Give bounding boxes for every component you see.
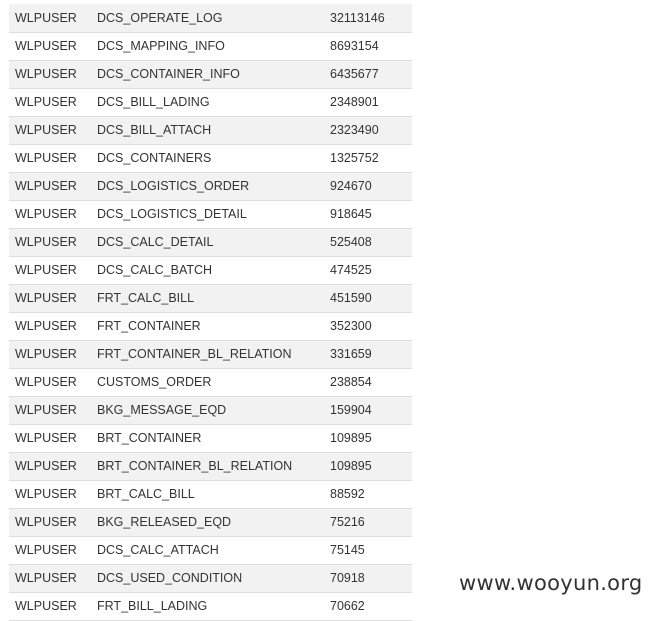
table-row: WLPUSER FRT_CONTAINER_BL_RELATION 331659 <box>9 340 412 369</box>
owner-cell: WLPUSER <box>9 508 91 537</box>
table-container: WLPUSER DCS_OPERATE_LOG 32113146 WLPUSER DCS… <box>9 4 412 621</box>
table-row: WLPUSER DCS_BILL_LADING 2348901 <box>9 88 412 117</box>
owner-cell: WLPUSER <box>9 424 91 453</box>
table-name-cell: BRT_CALC_BILL <box>91 480 324 509</box>
table-name-cell: DCS_USED_CONDITION <box>91 564 324 593</box>
row-count-cell: 70662 <box>324 592 412 621</box>
table-name-cell: FRT_CALC_BILL <box>91 284 324 313</box>
row-count-cell: 352300 <box>324 312 412 341</box>
table-name-cell: DCS_LOGISTICS_DETAIL <box>91 200 324 229</box>
table-name-cell: DCS_MAPPING_INFO <box>91 32 324 61</box>
table-row: WLPUSER DCS_CALC_BATCH 474525 <box>9 256 412 285</box>
row-count-cell: 525408 <box>324 228 412 257</box>
table-name-cell: CUSTOMS_ORDER <box>91 368 324 397</box>
table-row: WLPUSER DCS_CONTAINERS 1325752 <box>9 144 412 173</box>
table-name-cell: BKG_MESSAGE_EQD <box>91 396 324 425</box>
row-count-cell: 32113146 <box>324 4 412 33</box>
table-name-cell: FRT_CONTAINER_BL_RELATION <box>91 340 324 369</box>
table-name-cell: DCS_CONTAINERS <box>91 144 324 173</box>
row-count-cell: 474525 <box>324 256 412 285</box>
owner-cell: WLPUSER <box>9 4 91 33</box>
row-count-cell: 75216 <box>324 508 412 537</box>
table-row: WLPUSER BKG_RELEASED_EQD 75216 <box>9 508 412 537</box>
table-name-cell: DCS_LOGISTICS_ORDER <box>91 172 324 201</box>
owner-cell: WLPUSER <box>9 564 91 593</box>
table-row: WLPUSER DCS_MAPPING_INFO 8693154 <box>9 32 412 61</box>
watermark-text: www.wooyun.org <box>459 571 643 595</box>
row-count-cell: 109895 <box>324 424 412 453</box>
table-name-cell: DCS_CALC_DETAIL <box>91 228 324 257</box>
row-count-cell: 451590 <box>324 284 412 313</box>
table-name-cell: DCS_BILL_LADING <box>91 88 324 117</box>
table-name-cell: DCS_CONTAINER_INFO <box>91 60 324 89</box>
owner-cell: WLPUSER <box>9 88 91 117</box>
table-body: WLPUSER DCS_OPERATE_LOG 32113146 WLPUSER DCS… <box>9 4 412 621</box>
row-count-cell: 331659 <box>324 340 412 369</box>
table-row: WLPUSER DCS_LOGISTICS_DETAIL 918645 <box>9 200 412 229</box>
table-row: WLPUSER FRT_CALC_BILL 451590 <box>9 284 412 313</box>
owner-cell: WLPUSER <box>9 536 91 565</box>
table-row: WLPUSER DCS_OPERATE_LOG 32113146 <box>9 4 412 33</box>
table-name-cell: FRT_CONTAINER <box>91 312 324 341</box>
table-name-cell: BRT_CONTAINER_BL_RELATION <box>91 452 324 481</box>
table-name-cell: BKG_RELEASED_EQD <box>91 508 324 537</box>
table-row: WLPUSER BRT_CALC_BILL 88592 <box>9 480 412 509</box>
owner-cell: WLPUSER <box>9 452 91 481</box>
owner-cell: WLPUSER <box>9 340 91 369</box>
table-name-cell: DCS_OPERATE_LOG <box>91 4 324 33</box>
table-row: WLPUSER DCS_USED_CONDITION 70918 <box>9 564 412 593</box>
row-count-cell: 75145 <box>324 536 412 565</box>
row-count-cell: 2323490 <box>324 116 412 145</box>
owner-cell: WLPUSER <box>9 60 91 89</box>
table-row: WLPUSER DCS_CALC_DETAIL 525408 <box>9 228 412 257</box>
table-size-list: WLPUSER DCS_OPERATE_LOG 32113146 WLPUSER DCS… <box>9 4 412 621</box>
owner-cell: WLPUSER <box>9 368 91 397</box>
table-row: WLPUSER FRT_BILL_LADING 70662 <box>9 592 412 621</box>
owner-cell: WLPUSER <box>9 284 91 313</box>
owner-cell: WLPUSER <box>9 116 91 145</box>
table-row: WLPUSER BRT_CONTAINER 109895 <box>9 424 412 453</box>
table-name-cell: DCS_BILL_ATTACH <box>91 116 324 145</box>
row-count-cell: 924670 <box>324 172 412 201</box>
owner-cell: WLPUSER <box>9 172 91 201</box>
owner-cell: WLPUSER <box>9 200 91 229</box>
owner-cell: WLPUSER <box>9 396 91 425</box>
row-count-cell: 109895 <box>324 452 412 481</box>
owner-cell: WLPUSER <box>9 256 91 285</box>
owner-cell: WLPUSER <box>9 32 91 61</box>
table-name-cell: FRT_BILL_LADING <box>91 592 324 621</box>
row-count-cell: 8693154 <box>324 32 412 61</box>
table-row: WLPUSER CUSTOMS_ORDER 238854 <box>9 368 412 397</box>
row-count-cell: 88592 <box>324 480 412 509</box>
row-count-cell: 918645 <box>324 200 412 229</box>
table-row: WLPUSER FRT_CONTAINER 352300 <box>9 312 412 341</box>
row-count-cell: 238854 <box>324 368 412 397</box>
table-row: WLPUSER BKG_MESSAGE_EQD 159904 <box>9 396 412 425</box>
row-count-cell: 1325752 <box>324 144 412 173</box>
table-name-cell: BRT_CONTAINER <box>91 424 324 453</box>
table-row: WLPUSER DCS_CALC_ATTACH 75145 <box>9 536 412 565</box>
owner-cell: WLPUSER <box>9 480 91 509</box>
table-row: WLPUSER BRT_CONTAINER_BL_RELATION 109895 <box>9 452 412 481</box>
row-count-cell: 70918 <box>324 564 412 593</box>
table-row: WLPUSER DCS_CONTAINER_INFO 6435677 <box>9 60 412 89</box>
table-name-cell: DCS_CALC_BATCH <box>91 256 324 285</box>
owner-cell: WLPUSER <box>9 592 91 621</box>
owner-cell: WLPUSER <box>9 312 91 341</box>
table-row: WLPUSER DCS_LOGISTICS_ORDER 924670 <box>9 172 412 201</box>
row-count-cell: 159904 <box>324 396 412 425</box>
table-row: WLPUSER DCS_BILL_ATTACH 2323490 <box>9 116 412 145</box>
owner-cell: WLPUSER <box>9 144 91 173</box>
row-count-cell: 2348901 <box>324 88 412 117</box>
row-count-cell: 6435677 <box>324 60 412 89</box>
table-name-cell: DCS_CALC_ATTACH <box>91 536 324 565</box>
owner-cell: WLPUSER <box>9 228 91 257</box>
